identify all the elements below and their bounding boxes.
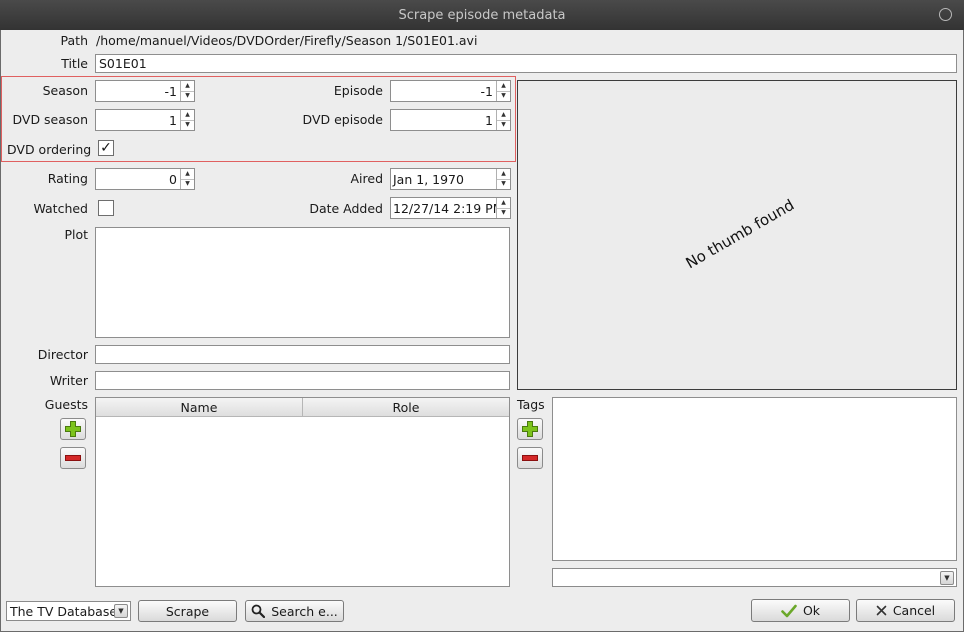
title-label: Title bbox=[61, 56, 88, 71]
window-close-icon[interactable] bbox=[939, 8, 952, 21]
guests-table-header: Name Role bbox=[96, 398, 509, 417]
chevron-down-icon[interactable]: ▼ bbox=[940, 570, 954, 585]
checkmark-icon bbox=[781, 604, 797, 617]
rating-spin-down-icon[interactable]: ▼ bbox=[181, 180, 194, 190]
tags-list[interactable] bbox=[552, 397, 957, 561]
aired-value: Jan 1, 1970 bbox=[393, 171, 464, 187]
dvd-ordering-label: DVD ordering bbox=[7, 142, 92, 157]
dvd-episode-spinbox[interactable]: 1 ▲ ▼ bbox=[390, 109, 511, 131]
aired-date-spinbox[interactable]: Jan 1, 1970 ▲ ▼ bbox=[390, 168, 511, 190]
scrape-button-label: Scrape bbox=[165, 603, 210, 619]
remove-tag-button[interactable] bbox=[517, 447, 543, 469]
episode-spin-up-icon[interactable]: ▲ bbox=[497, 81, 510, 92]
season-spin-up-icon[interactable]: ▲ bbox=[181, 81, 194, 92]
watched-label: Watched bbox=[33, 201, 88, 216]
path-value: /home/manuel/Videos/DVDOrder/Firefly/Sea… bbox=[96, 33, 478, 48]
guests-table[interactable]: Name Role bbox=[95, 397, 510, 587]
season-spinbox[interactable]: -1 ▲ ▼ bbox=[95, 80, 195, 102]
guests-label: Guests bbox=[44, 397, 88, 412]
aired-spin-up-icon[interactable]: ▲ bbox=[497, 169, 510, 180]
close-icon bbox=[876, 605, 887, 616]
chevron-down-icon[interactable]: ▼ bbox=[114, 604, 128, 618]
plot-textarea[interactable] bbox=[95, 227, 510, 338]
remove-guest-button[interactable] bbox=[60, 447, 86, 469]
dvd-episode-spin-down-icon[interactable]: ▼ bbox=[497, 121, 510, 131]
date-added-spin-up-icon[interactable]: ▲ bbox=[497, 198, 510, 209]
dvd-episode-label: DVD episode bbox=[302, 112, 383, 127]
path-label: Path bbox=[60, 33, 88, 48]
plot-label: Plot bbox=[64, 227, 88, 242]
search-button-label: Search e... bbox=[271, 603, 338, 619]
dvd-ordering-checkbox[interactable]: ✓ bbox=[98, 140, 114, 156]
date-added-spinbox[interactable]: 12/27/14 2:19 PM ▲ ▼ bbox=[390, 197, 511, 219]
dvd-episode-spin-up-icon[interactable]: ▲ bbox=[497, 110, 510, 121]
dvd-season-spinbox[interactable]: 1 ▲ ▼ bbox=[95, 109, 195, 131]
director-label: Director bbox=[37, 347, 88, 362]
date-added-spin-down-icon[interactable]: ▼ bbox=[497, 209, 510, 219]
cancel-button[interactable]: Cancel bbox=[856, 599, 955, 622]
dvd-episode-value: 1 bbox=[485, 112, 493, 128]
tags-label: Tags bbox=[517, 397, 545, 412]
rating-value: 0 bbox=[169, 171, 177, 187]
ok-button-label: Ok bbox=[802, 603, 821, 618]
director-input[interactable] bbox=[95, 345, 510, 364]
minus-icon bbox=[65, 455, 81, 461]
date-added-value: 12/27/14 2:19 PM bbox=[393, 200, 496, 216]
checkmark-icon: ✓ bbox=[100, 140, 112, 156]
guests-column-name[interactable]: Name bbox=[96, 398, 303, 416]
season-spin-down-icon[interactable]: ▼ bbox=[181, 92, 194, 102]
guests-column-role[interactable]: Role bbox=[303, 398, 509, 416]
rating-spinbox[interactable]: 0 ▲ ▼ bbox=[95, 168, 195, 190]
rating-label: Rating bbox=[47, 171, 88, 186]
add-guest-button[interactable] bbox=[60, 418, 86, 440]
aired-spin-down-icon[interactable]: ▼ bbox=[497, 180, 510, 190]
scrape-button[interactable]: Scrape bbox=[138, 600, 237, 622]
writer-input[interactable] bbox=[95, 371, 510, 390]
episode-spin-down-icon[interactable]: ▼ bbox=[497, 92, 510, 102]
dvd-season-label: DVD season bbox=[12, 112, 88, 127]
add-tag-button[interactable] bbox=[517, 418, 543, 440]
plus-icon bbox=[522, 421, 538, 437]
cancel-button-label: Cancel bbox=[892, 603, 936, 618]
season-value: -1 bbox=[164, 83, 177, 99]
tag-combo[interactable]: ▼ bbox=[552, 568, 957, 587]
ok-button[interactable]: Ok bbox=[751, 599, 850, 622]
plus-icon bbox=[65, 421, 81, 437]
aired-label: Aired bbox=[350, 171, 383, 186]
minus-icon bbox=[522, 455, 538, 461]
title-input[interactable]: S01E01 bbox=[95, 54, 957, 73]
episode-value: -1 bbox=[480, 83, 493, 99]
search-icon bbox=[251, 604, 266, 618]
dvd-season-spin-up-icon[interactable]: ▲ bbox=[181, 110, 194, 121]
season-label: Season bbox=[42, 83, 88, 98]
window-titlebar: Scrape episode metadata bbox=[0, 0, 964, 30]
writer-label: Writer bbox=[49, 373, 88, 388]
scraper-select-value: The TV Database bbox=[10, 603, 114, 619]
date-added-label: Date Added bbox=[309, 201, 383, 216]
watched-checkbox[interactable] bbox=[98, 200, 114, 216]
rating-spin-up-icon[interactable]: ▲ bbox=[181, 169, 194, 180]
scraper-select[interactable]: The TV Database ▼ bbox=[6, 601, 131, 621]
episode-label: Episode bbox=[333, 83, 383, 98]
episode-spinbox[interactable]: -1 ▲ ▼ bbox=[390, 80, 511, 102]
window-title: Scrape episode metadata bbox=[398, 7, 566, 23]
dvd-season-value: 1 bbox=[169, 112, 177, 128]
search-episode-button[interactable]: Search e... bbox=[245, 600, 344, 622]
dvd-season-spin-down-icon[interactable]: ▼ bbox=[181, 121, 194, 131]
